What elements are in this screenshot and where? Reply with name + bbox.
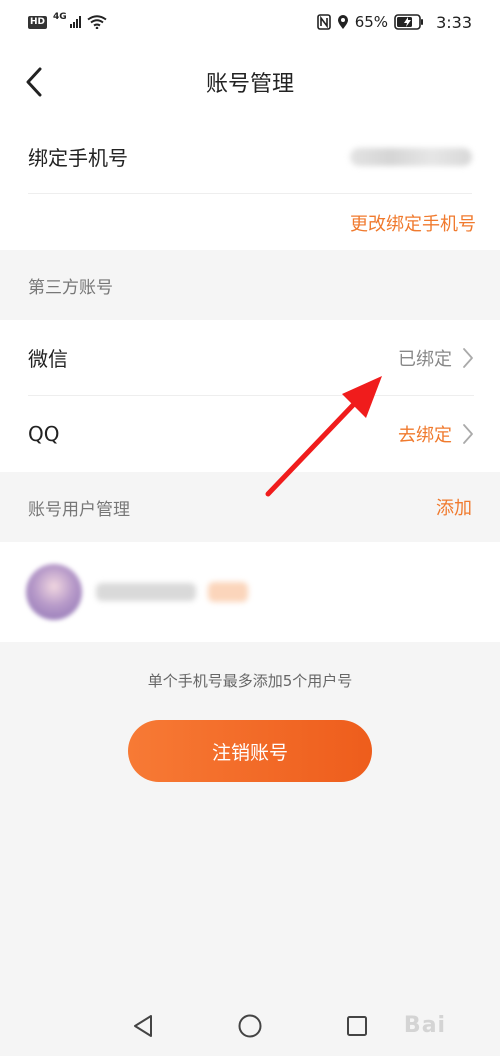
third-party-section-title: 第三方账号 xyxy=(28,277,113,298)
wechat-status: 已绑定 xyxy=(398,348,452,370)
user-limit-note: 单个手机号最多添加5个用户号 xyxy=(147,672,353,690)
nfc-icon xyxy=(316,14,331,30)
account-users-section-header: 账号用户管理 添加 xyxy=(0,472,500,542)
status-right: 65% 3:33 xyxy=(316,12,472,32)
third-party-list: 微信 已绑定 QQ 去绑定 xyxy=(0,320,500,472)
wechat-status-group: 已绑定 xyxy=(398,345,474,371)
qq-label: QQ xyxy=(28,422,60,446)
phone-binding-section: 绑定手机号 更改绑定手机号 xyxy=(0,120,500,250)
clock: 3:33 xyxy=(436,12,472,32)
status-left: HD 4G xyxy=(28,12,107,29)
battery-charging-icon xyxy=(394,14,424,30)
hd-badge: HD xyxy=(28,15,48,29)
watermark-logo: Bai xyxy=(403,1012,447,1038)
battery-percent: 65% xyxy=(354,13,389,31)
square-recents-icon xyxy=(346,1016,367,1036)
signal-icon xyxy=(69,16,81,28)
add-user-button[interactable]: 添加 xyxy=(436,494,472,520)
wechat-label: 微信 xyxy=(28,347,68,371)
app-header: 账号管理 xyxy=(0,44,500,120)
annotation-arrow-icon xyxy=(265,376,382,497)
third-party-section-header: 第三方账号 xyxy=(0,250,500,320)
location-icon xyxy=(337,14,349,30)
phone-number-masked xyxy=(350,147,472,166)
account-users-section-title: 账号用户管理 xyxy=(28,499,130,520)
deregister-account-button[interactable]: 注销账号 xyxy=(128,720,372,782)
circle-home-icon xyxy=(238,1014,262,1038)
wechat-row[interactable]: 微信 已绑定 xyxy=(28,320,474,396)
qq-status-group: 去绑定 xyxy=(398,421,474,447)
nav-home-button[interactable] xyxy=(230,1006,270,1046)
back-button[interactable] xyxy=(16,62,52,102)
phone-label: 绑定手机号 xyxy=(28,146,128,170)
wifi-icon xyxy=(87,15,107,29)
nav-back-button[interactable] xyxy=(123,1006,163,1046)
qq-row[interactable]: QQ 去绑定 xyxy=(28,396,474,472)
chevron-left-icon xyxy=(26,67,42,97)
user-tag-blurred xyxy=(208,582,248,602)
triangle-back-icon xyxy=(134,1015,153,1037)
qq-status: 去绑定 xyxy=(398,425,452,446)
avatar xyxy=(26,564,82,620)
page-title: 账号管理 xyxy=(205,72,294,97)
user-name-blurred xyxy=(96,583,196,601)
change-phone-link[interactable]: 更改绑定手机号 xyxy=(350,210,476,236)
network-type: 4G xyxy=(53,12,67,22)
chevron-right-icon xyxy=(463,347,473,368)
chevron-right-icon xyxy=(463,424,473,444)
phone-row: 绑定手机号 xyxy=(28,120,472,194)
user-list-item[interactable] xyxy=(0,542,500,642)
status-bar: HD 4G 65% 3:33 xyxy=(0,0,500,44)
